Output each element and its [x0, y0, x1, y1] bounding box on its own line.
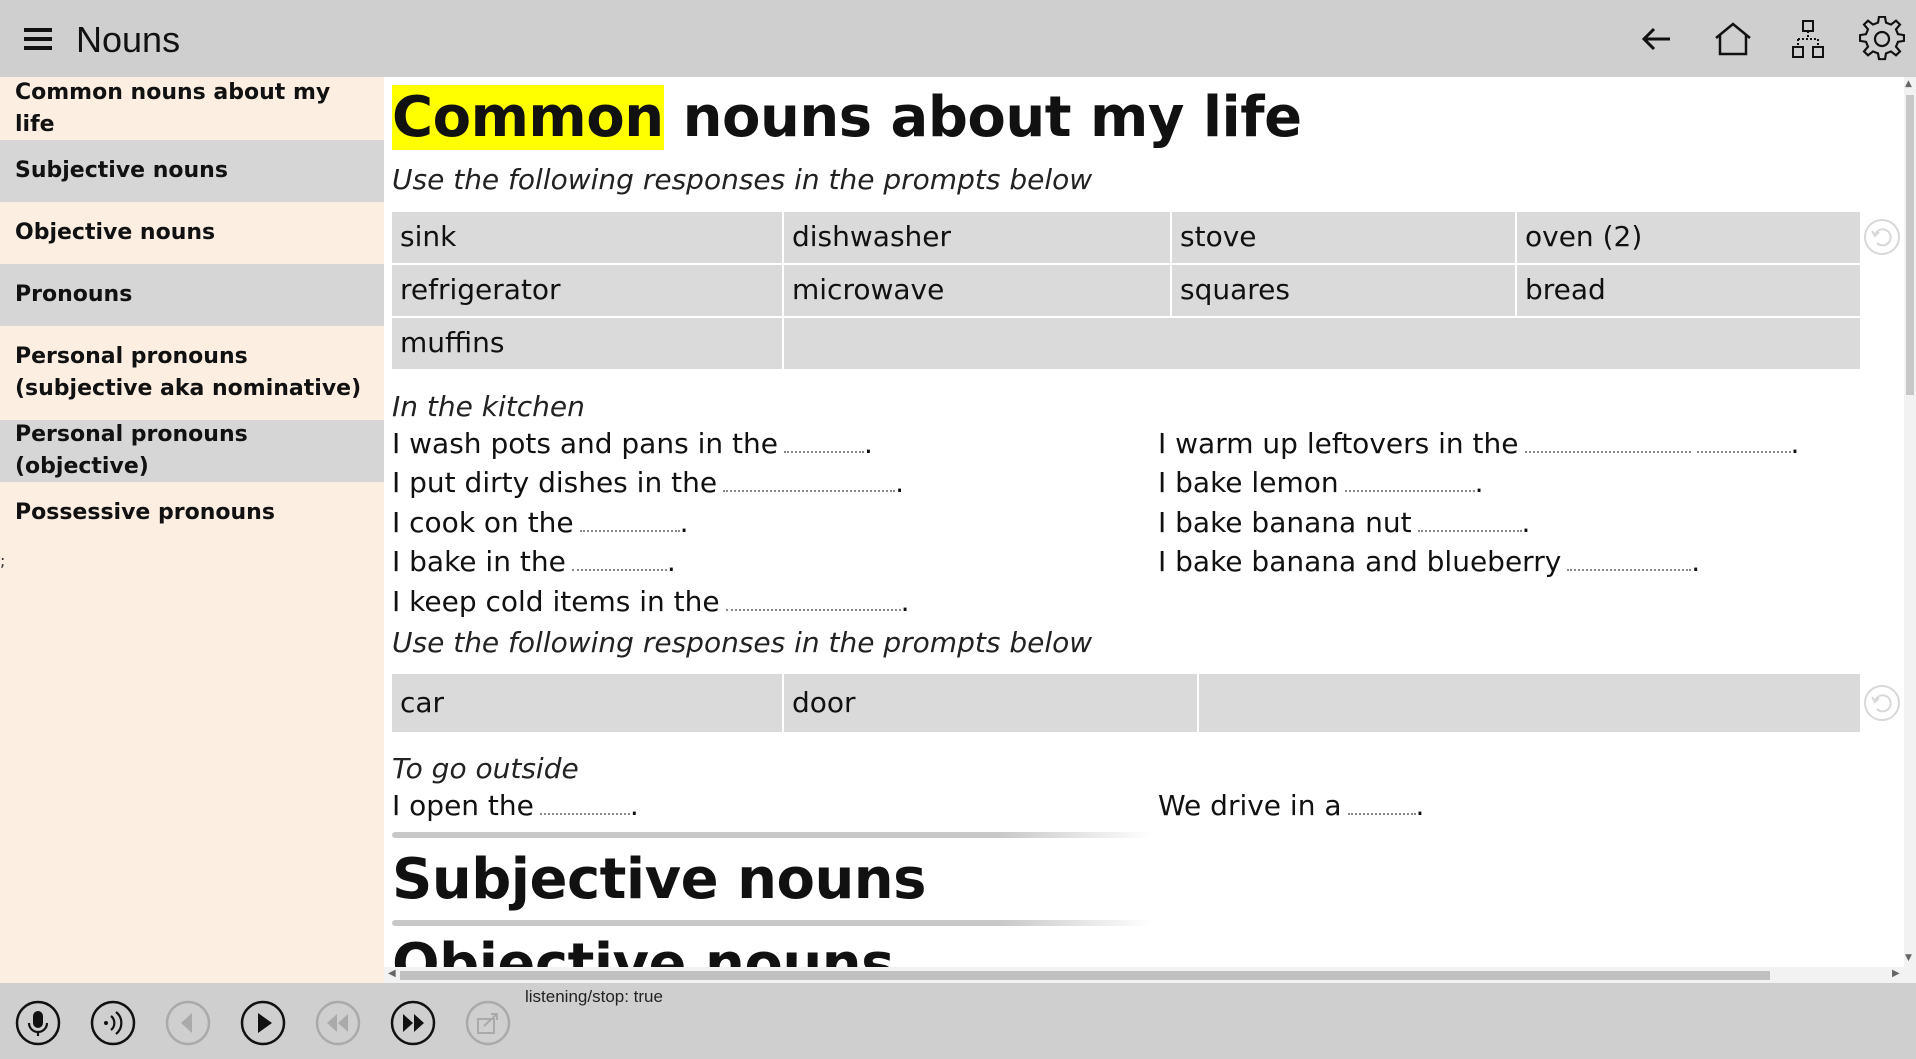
- prompt-text: We drive in a: [1158, 789, 1342, 822]
- scroll-up-icon[interactable]: ▲: [1905, 79, 1912, 89]
- sidebar-item-possessive-pronouns[interactable]: Possessive pronouns: [0, 482, 384, 544]
- prompt-text: I bake in the: [392, 545, 566, 578]
- title-rest: nouns about my life: [663, 85, 1302, 150]
- answer-blank[interactable]: [1417, 506, 1522, 532]
- prompt-item: We drive in a.: [1158, 789, 1425, 822]
- prompt-text: I cook on the: [392, 506, 574, 539]
- prompt-item: I keep cold items in the.: [392, 585, 910, 618]
- answer-blank[interactable]: [579, 506, 680, 532]
- subheading-kitchen: In the kitchen: [392, 390, 585, 423]
- home-icon[interactable]: [1708, 14, 1758, 64]
- word-bank-table-2: car door: [392, 674, 1860, 734]
- answer-blank[interactable]: [1344, 466, 1475, 492]
- title-highlight: Common: [392, 85, 664, 150]
- gear-icon[interactable]: [1857, 14, 1907, 64]
- sidebar-item-common-nouns[interactable]: Common nouns about my life: [0, 77, 384, 140]
- stray-mark: ;: [0, 551, 6, 570]
- answer-blank[interactable]: [539, 789, 630, 815]
- prompt-item: I cook on the.: [392, 506, 689, 539]
- sidebar-item-pronouns[interactable]: Pronouns: [0, 264, 384, 326]
- answer-blank[interactable]: [1524, 427, 1691, 453]
- share-icon[interactable]: [464, 999, 512, 1047]
- top-bar: Nouns: [0, 0, 1916, 77]
- fast-forward-icon[interactable]: [389, 999, 437, 1047]
- reset-icon[interactable]: [1862, 683, 1902, 723]
- rewind-icon[interactable]: [314, 999, 362, 1047]
- word-cell-empty: [1199, 674, 1860, 734]
- prompt-item: I put dirty dishes in the.: [392, 466, 904, 499]
- word-cell[interactable]: microwave: [784, 265, 1172, 318]
- scroll-down-icon[interactable]: ▼: [1905, 953, 1912, 963]
- word-cell-empty: [784, 318, 1860, 371]
- scroll-thumb[interactable]: [400, 971, 1770, 980]
- section-title-subjective-nouns: Subjective nouns: [392, 847, 927, 912]
- prompt-item: I bake in the.: [392, 545, 676, 578]
- word-bank-table: sink dishwasher stove oven (2) refrigera…: [392, 212, 1860, 371]
- section-title-objective-nouns: Objective nouns: [392, 932, 894, 967]
- prompt-text: I warm up leftovers in the: [1158, 427, 1519, 460]
- prompt-text: I bake banana nut: [1158, 506, 1412, 539]
- play-icon[interactable]: [239, 999, 287, 1047]
- prompt-text: I wash pots and pans in the: [392, 427, 778, 460]
- word-cell[interactable]: oven (2): [1517, 212, 1860, 265]
- prompt-item: I warm up leftovers in the.: [1158, 427, 1800, 460]
- prompt-text: I bake lemon: [1158, 466, 1339, 499]
- sidebar-item-personal-pronouns-objective[interactable]: Personal pronouns (objective): [0, 420, 384, 482]
- answer-blank[interactable]: [1567, 545, 1692, 571]
- sidebar-nav: Common nouns about my life Subjective no…: [0, 77, 384, 983]
- sidebar-item-objective-nouns[interactable]: Objective nouns: [0, 202, 384, 264]
- word-cell[interactable]: refrigerator: [392, 265, 784, 318]
- back-arrow-icon[interactable]: [1632, 14, 1682, 64]
- scroll-right-icon[interactable]: ▶: [1892, 968, 1900, 979]
- prompt-item: I open the.: [392, 789, 639, 822]
- speaker-icon[interactable]: [89, 999, 137, 1047]
- word-cell[interactable]: squares: [1172, 265, 1517, 318]
- answer-blank[interactable]: [725, 585, 901, 611]
- prompt-text: I keep cold items in the: [392, 585, 720, 618]
- sitemap-icon[interactable]: [1783, 14, 1833, 64]
- previous-icon[interactable]: [164, 999, 212, 1047]
- word-cell[interactable]: stove: [1172, 212, 1517, 265]
- vertical-scrollbar[interactable]: ▲ ▼: [1904, 77, 1916, 967]
- instruction-text-2: Use the following responses in the promp…: [392, 626, 1093, 659]
- section-divider: [392, 832, 1152, 838]
- word-cell[interactable]: dishwasher: [784, 212, 1172, 265]
- answer-blank[interactable]: [783, 427, 864, 453]
- answer-blank[interactable]: [1696, 427, 1791, 453]
- word-cell[interactable]: door: [784, 674, 1199, 734]
- section-title-common-nouns: Common nouns about my life: [392, 85, 1302, 150]
- menu-icon[interactable]: [24, 28, 52, 50]
- reset-icon[interactable]: [1862, 217, 1902, 257]
- word-cell[interactable]: sink: [392, 212, 784, 265]
- prompt-item: I bake banana nut.: [1158, 506, 1531, 539]
- instruction-text: Use the following responses in the promp…: [392, 163, 1093, 196]
- prompt-item: I bake banana and blueberry.: [1158, 545, 1701, 578]
- prompt-item: I bake lemon.: [1158, 466, 1484, 499]
- prompt-text: I put dirty dishes in the: [392, 466, 718, 499]
- section-divider: [392, 920, 1152, 926]
- subheading-outside: To go outside: [392, 752, 579, 785]
- content-pane: Common nouns about my life Use the follo…: [384, 77, 1904, 967]
- answer-blank[interactable]: [571, 545, 667, 571]
- app-title: Nouns: [76, 19, 181, 60]
- horizontal-scrollbar[interactable]: ◀ ▶: [384, 967, 1916, 983]
- microphone-icon[interactable]: [14, 999, 62, 1047]
- word-cell[interactable]: muffins: [392, 318, 784, 371]
- scroll-thumb[interactable]: [1906, 95, 1914, 395]
- word-cell[interactable]: bread: [1517, 265, 1860, 318]
- answer-blank[interactable]: [723, 466, 896, 492]
- prompt-text: I open the: [392, 789, 534, 822]
- answer-blank[interactable]: [1347, 789, 1416, 815]
- sidebar-item-subjective-nouns[interactable]: Subjective nouns: [0, 140, 384, 202]
- prompt-item: I wash pots and pans in the.: [392, 427, 873, 460]
- word-cell[interactable]: car: [392, 674, 784, 734]
- scroll-left-icon[interactable]: ◀: [388, 968, 396, 979]
- sidebar-item-personal-pronouns-subjective[interactable]: Personal pronouns (subjective aka nomina…: [0, 326, 384, 420]
- status-text: listening/stop: true: [525, 987, 663, 1006]
- bottom-toolbar: listening/stop: true: [0, 983, 1916, 1059]
- prompt-text: I bake banana and blueberry: [1158, 545, 1562, 578]
